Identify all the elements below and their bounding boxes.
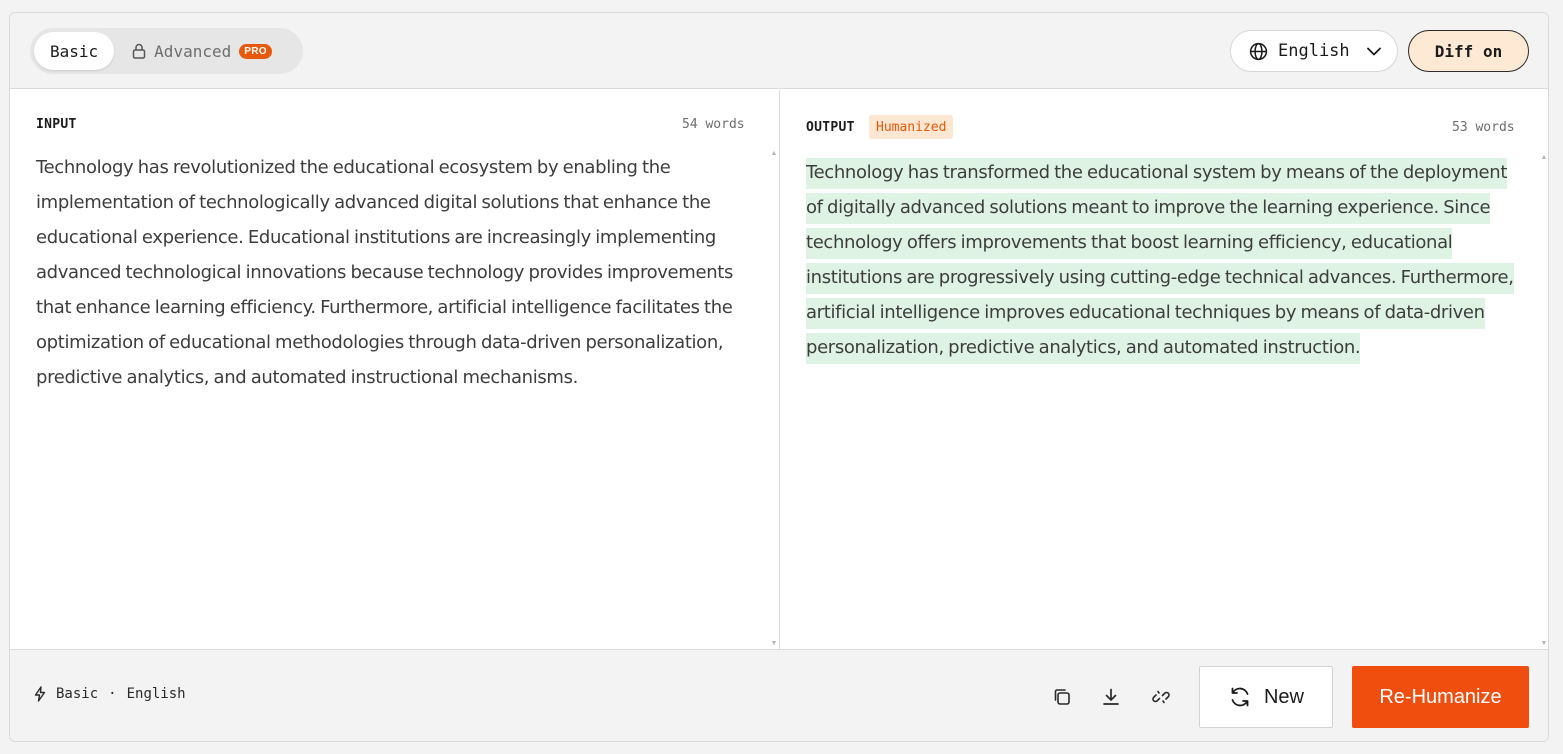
diff-toggle-button[interactable]: Diff on: [1408, 30, 1529, 72]
footer-language: English: [126, 686, 186, 702]
footer-separator: ·: [108, 686, 117, 702]
pro-badge: PRO: [239, 43, 272, 59]
output-text[interactable]: Technology has transformed the education…: [806, 155, 1528, 365]
lock-icon: [132, 43, 146, 59]
footer-status: Basic · English: [34, 686, 186, 702]
unlink-icon[interactable]: [1148, 684, 1174, 710]
new-button[interactable]: New: [1199, 666, 1333, 728]
input-textarea[interactable]: Technology has revolutionized the educat…: [36, 150, 750, 395]
mode-advanced-label: Advanced: [154, 41, 232, 61]
top-toolbar: Basic Advanced PRO English Diff on: [10, 13, 1548, 89]
output-scrollbar[interactable]: ▲ ▼: [1539, 154, 1548, 648]
input-pane: INPUT 54 words Technology has revolution…: [10, 90, 780, 649]
footer-bar: Basic · English New Re-Humanize: [10, 649, 1548, 741]
humanizer-card: Basic Advanced PRO English Diff on INPUT…: [9, 12, 1549, 742]
footer-mode: Basic: [56, 686, 99, 702]
globe-icon: [1249, 42, 1268, 61]
humanized-badge: Humanized: [869, 115, 954, 139]
mode-advanced-tab[interactable]: Advanced PRO: [114, 32, 286, 70]
input-scrollbar[interactable]: ▲ ▼: [769, 150, 779, 648]
rehumanize-button[interactable]: Re-Humanize: [1352, 666, 1529, 728]
bolt-icon: [34, 686, 46, 702]
download-icon[interactable]: [1098, 684, 1124, 710]
chevron-down-icon: [1367, 47, 1381, 56]
scroll-up-arrow[interactable]: ▲: [1539, 154, 1548, 162]
refresh-icon: [1228, 685, 1252, 709]
language-select[interactable]: English: [1230, 30, 1398, 72]
mode-toggle: Basic Advanced PRO: [30, 28, 303, 74]
output-word-count: 53 words: [1452, 120, 1515, 135]
copy-icon[interactable]: [1049, 684, 1075, 710]
scroll-down-arrow[interactable]: ▼: [1539, 640, 1548, 648]
diff-highlight: Technology has transformed the education…: [806, 158, 1514, 364]
output-label: OUTPUT: [806, 120, 855, 135]
scroll-up-arrow[interactable]: ▲: [769, 150, 779, 158]
input-word-count: 54 words: [682, 117, 745, 132]
input-label: INPUT: [36, 117, 77, 132]
mode-basic-tab[interactable]: Basic: [34, 32, 115, 70]
new-button-label: New: [1263, 685, 1304, 708]
output-pane: OUTPUT Humanized 53 words Technology has…: [781, 90, 1548, 649]
scroll-down-arrow[interactable]: ▼: [769, 640, 779, 648]
language-label: English: [1278, 41, 1350, 61]
